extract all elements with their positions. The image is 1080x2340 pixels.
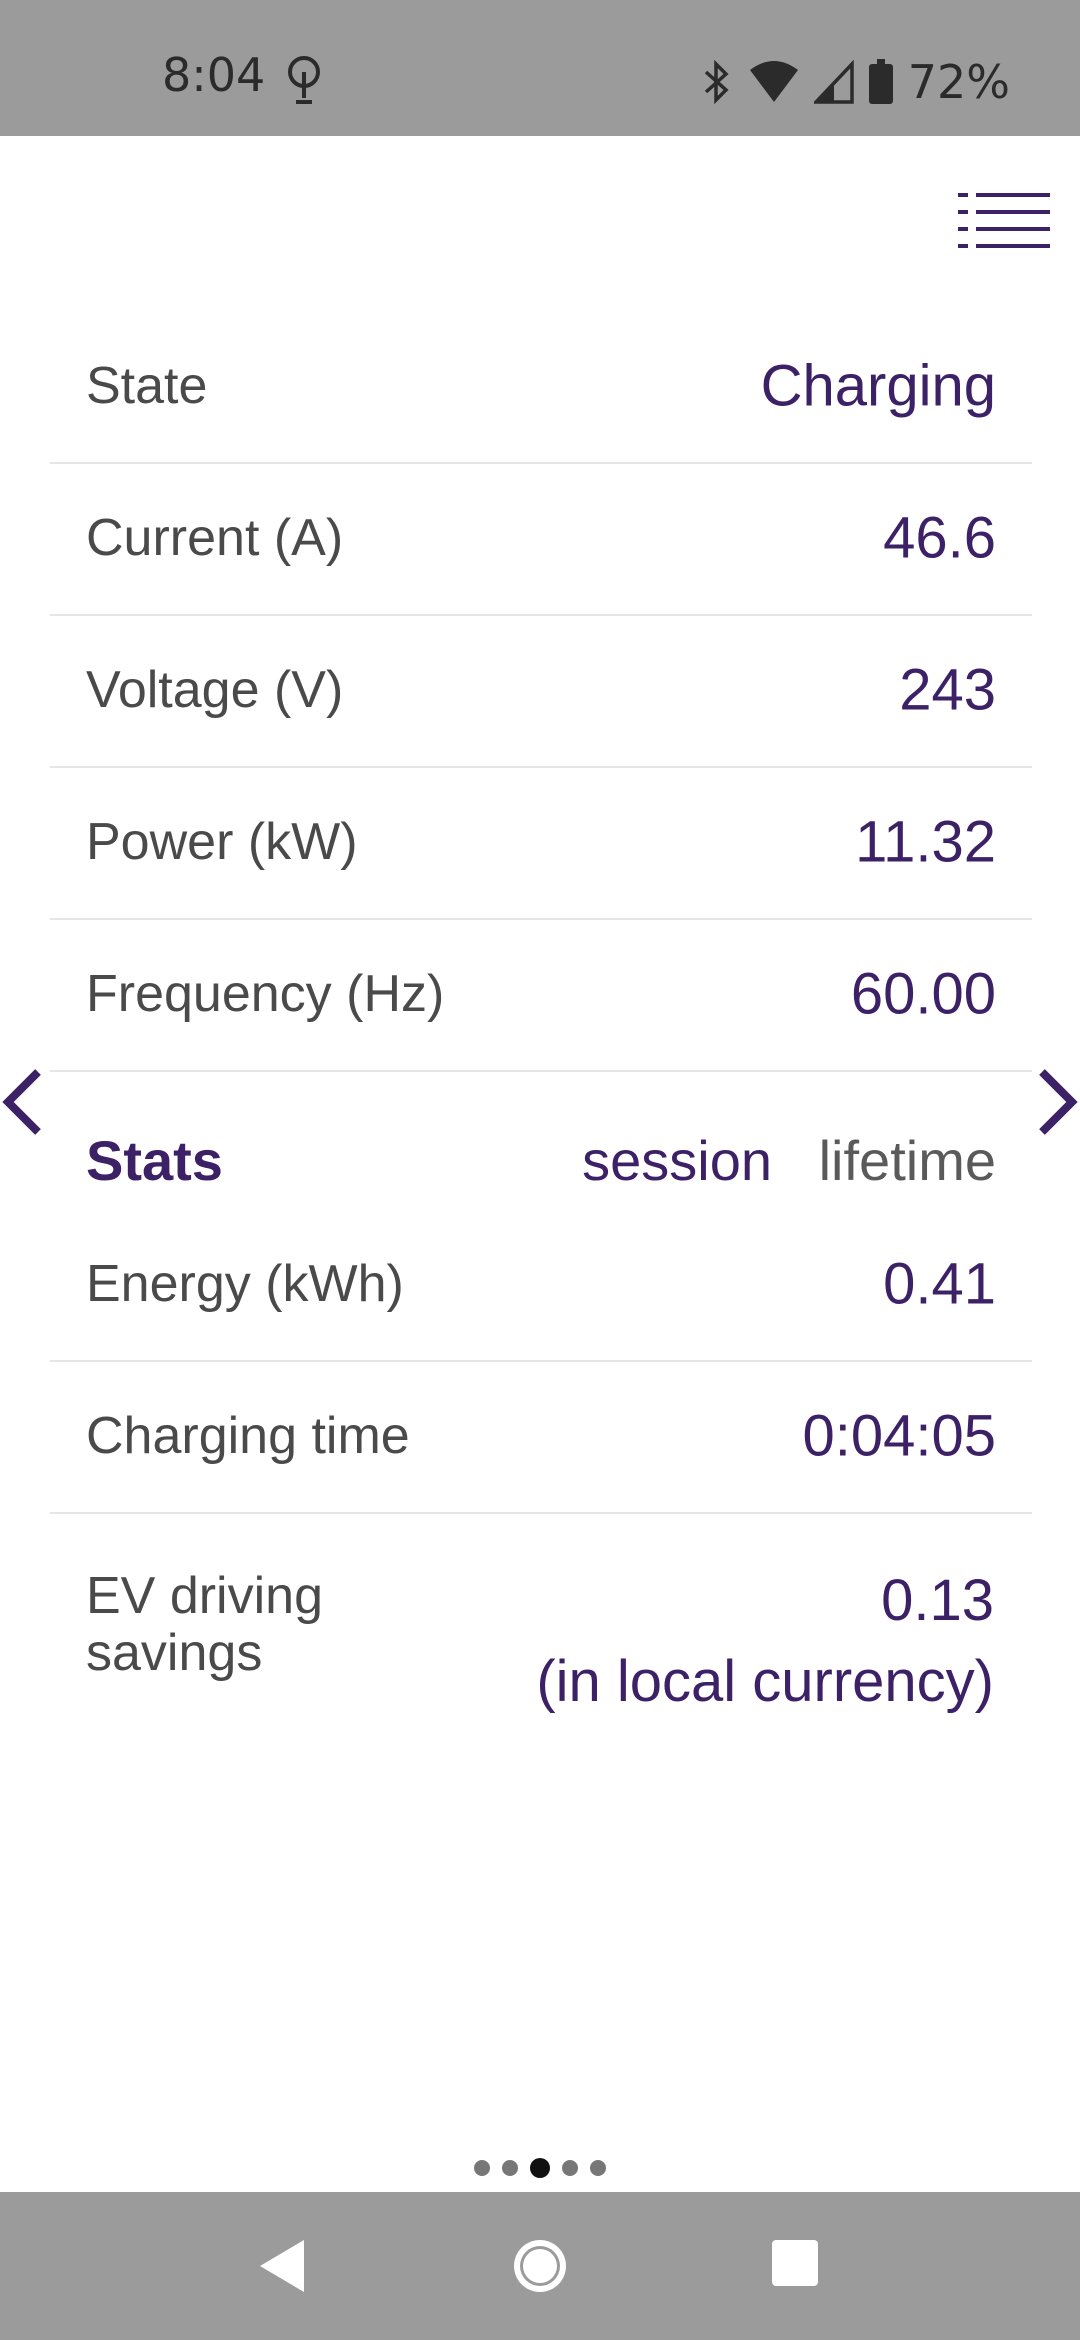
tab-lifetime[interactable]: lifetime	[819, 1128, 996, 1193]
row-label: Charging time	[86, 1407, 410, 1465]
menu-list-icon[interactable]	[958, 190, 1050, 250]
page-indicator	[0, 2158, 1080, 2178]
row-label: State	[86, 357, 208, 415]
bluetooth-icon	[704, 60, 729, 104]
page-dot[interactable]	[590, 2160, 606, 2176]
savings-unit: (in local currency)	[536, 1649, 994, 1715]
system-nav-bar	[0, 2192, 1080, 2340]
savings-value-block: 0.13 (in local currency)	[536, 1560, 994, 1722]
row-value: 46.6	[883, 505, 996, 571]
row-value: 243	[899, 657, 996, 723]
row-label: Energy (kWh)	[86, 1255, 404, 1313]
status-icons: 72%	[700, 52, 1010, 112]
page-dot-active[interactable]	[530, 2158, 550, 2178]
savings-label: EV driving savings	[86, 1567, 323, 1683]
row-value: 11.32	[855, 809, 996, 875]
row-current: Current (A) 46.6	[50, 462, 1032, 616]
savings-value: 0.13	[881, 1568, 994, 1633]
tab-session[interactable]: session	[582, 1128, 772, 1193]
cell-signal-icon	[813, 60, 854, 104]
home-circle-icon[interactable]	[510, 2236, 570, 2296]
stats-title: Stats	[86, 1129, 223, 1192]
page-dot[interactable]	[502, 2160, 518, 2176]
row-value: 60.00	[850, 961, 996, 1027]
status-time: 8:04	[162, 48, 266, 102]
row-charging-time: Charging time 0:04:05	[50, 1360, 1032, 1514]
row-value: Charging	[760, 353, 996, 419]
recents-square-icon[interactable]	[770, 2238, 820, 2288]
row-value: 0:04:05	[802, 1403, 996, 1469]
battery-percent: 72%	[907, 55, 1010, 109]
stats-header: Stats session lifetime	[50, 1128, 1032, 1194]
page-dot[interactable]	[562, 2160, 578, 2176]
row-frequency: Frequency (Hz) 60.00	[50, 918, 1032, 1072]
row-value: 0.41	[883, 1251, 996, 1317]
status-bar: 8:04 72%	[0, 0, 1080, 136]
row-power: Power (kW) 11.32	[50, 766, 1032, 920]
row-label: Frequency (Hz)	[86, 965, 445, 1023]
page-dot[interactable]	[474, 2160, 490, 2176]
wifi-icon	[749, 61, 798, 102]
chevron-left-icon[interactable]	[0, 1062, 50, 1142]
battery-icon	[868, 59, 893, 104]
row-voltage: Voltage (V) 243	[50, 614, 1032, 768]
back-triangle-icon[interactable]	[256, 2236, 308, 2296]
chevron-right-icon[interactable]	[1030, 1062, 1080, 1142]
row-state: State Charging	[50, 310, 1032, 464]
row-energy: Energy (kWh) 0.41	[50, 1208, 1032, 1362]
row-label: Current (A)	[86, 509, 344, 567]
row-label: Voltage (V)	[86, 661, 344, 719]
row-label: Power (kW)	[86, 813, 358, 871]
hotspot-icon	[288, 56, 320, 104]
